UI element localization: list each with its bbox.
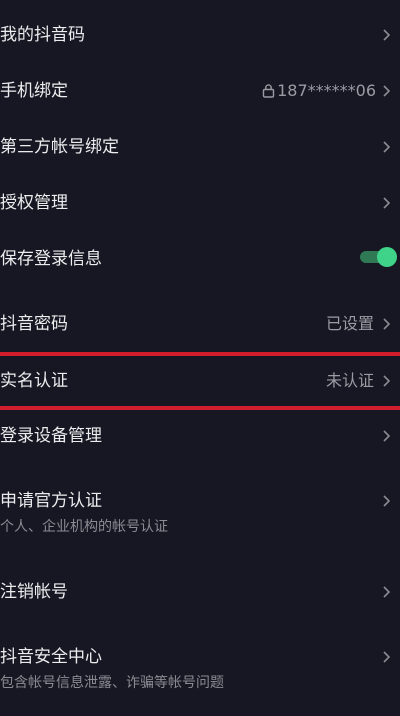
chevron-right-icon xyxy=(383,29,391,41)
chevron-right-icon xyxy=(383,375,391,387)
phone-value: 187******06 xyxy=(262,80,376,102)
toggle-knob xyxy=(377,247,397,267)
row-douyin-password[interactable]: 抖音密码 已设置 xyxy=(0,311,400,337)
row-douyin-security-center[interactable]: 抖音安全中心 包含帐号信息泄露、诈骗等帐号问题 xyxy=(0,644,400,696)
row-label: 实名认证 xyxy=(0,371,68,391)
chevron-right-icon xyxy=(383,495,391,507)
chevron-right-icon xyxy=(383,318,391,330)
row-label: 授权管理 xyxy=(0,193,68,213)
chevron-right-icon xyxy=(383,651,391,663)
row-label: 抖音密码 xyxy=(0,314,68,334)
password-status: 已设置 xyxy=(325,314,374,333)
phone-number: 187******06 xyxy=(277,81,376,100)
row-label: 保存登录信息 xyxy=(0,249,102,269)
row-label: 登录设备管理 xyxy=(0,426,102,446)
chevron-right-icon xyxy=(383,141,391,153)
row-cancel-account[interactable]: 注销帐号 xyxy=(0,579,400,605)
row-label: 注销帐号 xyxy=(0,582,68,602)
verification-status: 未认证 xyxy=(325,371,374,390)
row-label: 抖音安全中心 xyxy=(0,647,102,667)
account-security-screen: 我的抖音码 手机绑定 187******06 第三方帐号绑定 授权管理 保存登录… xyxy=(0,0,400,716)
row-label: 我的抖音码 xyxy=(0,25,85,45)
row-login-device-management[interactable]: 登录设备管理 xyxy=(0,423,400,449)
lock-icon xyxy=(262,84,275,98)
row-real-name-verification[interactable]: 实名认证 未认证 xyxy=(0,368,400,394)
chevron-right-icon xyxy=(383,197,391,209)
row-label: 第三方帐号绑定 xyxy=(0,137,119,157)
row-phone-binding[interactable]: 手机绑定 187******06 xyxy=(0,78,400,104)
row-apply-official-verification[interactable]: 申请官方认证 个人、企业机构的帐号认证 xyxy=(0,488,400,540)
chevron-right-icon xyxy=(383,586,391,598)
chevron-right-icon xyxy=(383,430,391,442)
row-subtitle: 包含帐号信息泄露、诈骗等帐号问题 xyxy=(0,675,224,691)
save-login-toggle[interactable] xyxy=(360,246,397,268)
row-label: 手机绑定 xyxy=(0,81,68,101)
chevron-right-icon xyxy=(383,85,391,97)
row-save-login-info: 保存登录信息 xyxy=(0,246,400,272)
row-my-douyin-code[interactable]: 我的抖音码 xyxy=(0,22,400,48)
row-third-party-binding[interactable]: 第三方帐号绑定 xyxy=(0,134,400,160)
row-subtitle: 个人、企业机构的帐号认证 xyxy=(0,519,168,535)
row-authorization-management[interactable]: 授权管理 xyxy=(0,190,400,216)
row-label: 申请官方认证 xyxy=(0,491,102,511)
